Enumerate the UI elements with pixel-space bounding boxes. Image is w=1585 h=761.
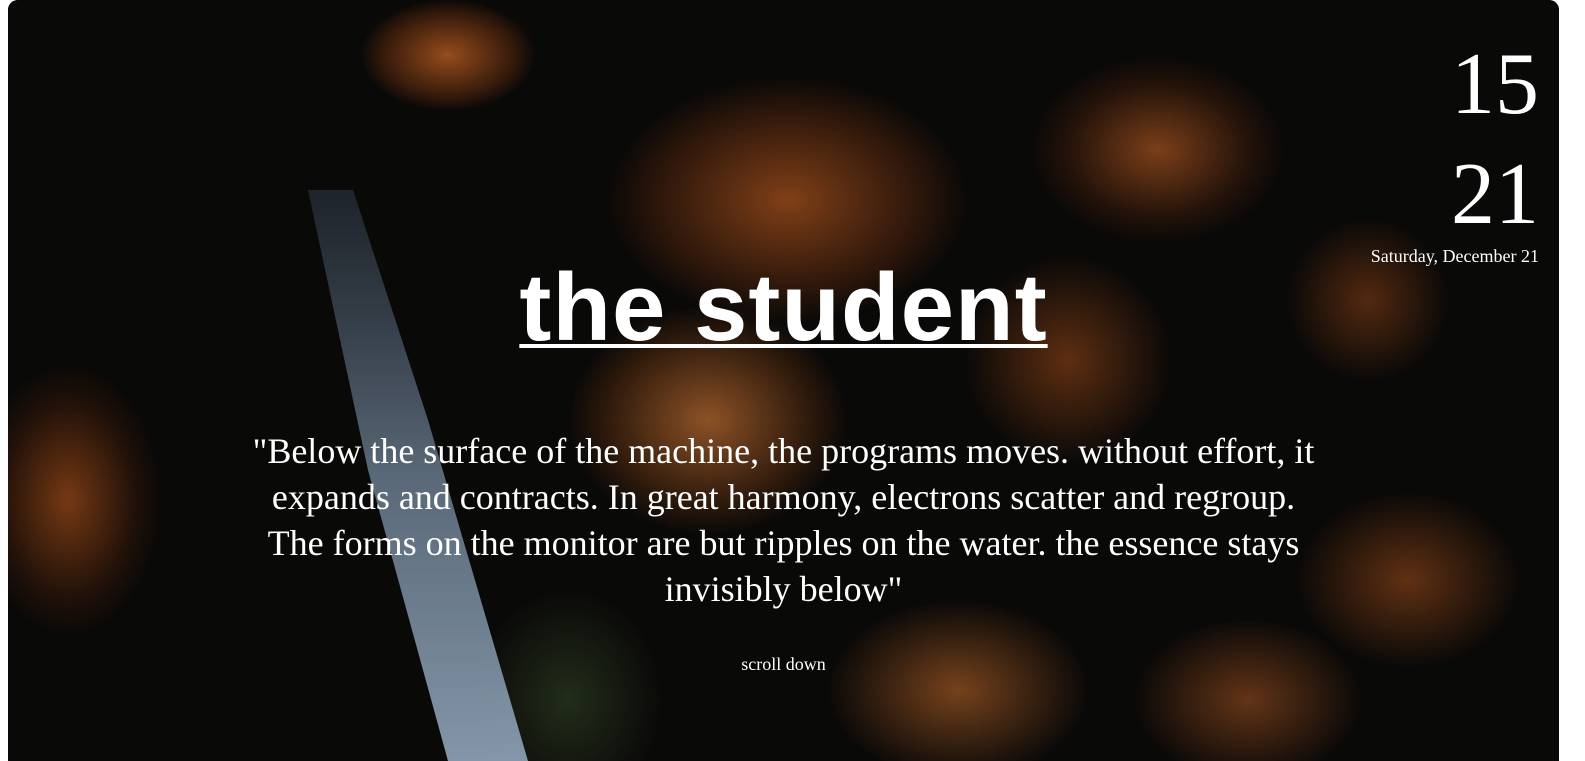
overlay [8, 0, 1559, 761]
hero-section: 15 21 Saturday, December 21 the student … [8, 0, 1559, 761]
clock-hours: 15 [1451, 36, 1539, 133]
scroll-down-link[interactable]: scroll down [8, 652, 1559, 676]
clock-minutes: 21 [1451, 146, 1539, 243]
quote-text: "Below the surface of the machine, the p… [252, 431, 1315, 609]
clock-widget: 15 21 Saturday, December 21 [1371, 30, 1539, 268]
title-link[interactable]: the student [519, 254, 1047, 361]
page-title: the student [8, 253, 1559, 363]
